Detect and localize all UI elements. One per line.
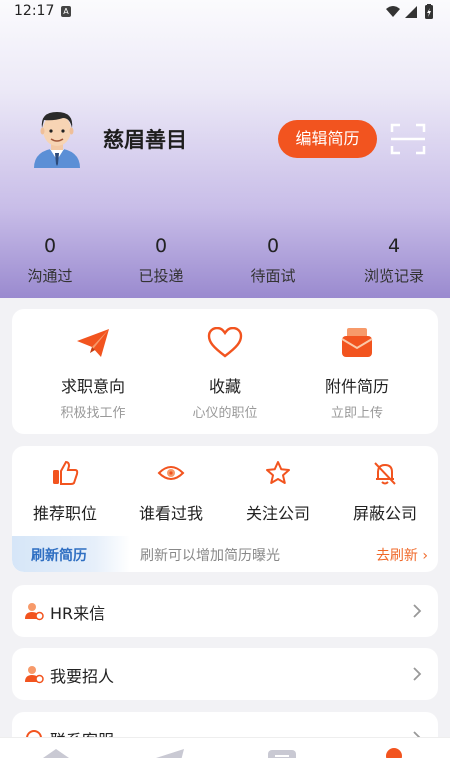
refresh-resume-tag: 刷新简历 [12,536,130,572]
stat-label: 沟通过 [27,267,73,285]
stat-browse-history[interactable]: 4 浏览记录 [344,232,444,286]
recruit-icon [25,666,44,684]
quick-action-title: 收藏 [208,377,241,396]
paper-plane-icon [77,329,109,357]
stat-value: 0 [43,235,57,257]
heart-icon [207,326,243,358]
star-icon [266,461,290,484]
resume-tab-icon[interactable] [266,746,298,758]
quick-action-title: 附件简历 [324,377,389,396]
home-tab-icon[interactable] [40,746,72,758]
recommended-jobs-item[interactable]: 推荐职位 [12,460,118,524]
stat-label: 浏览记录 [363,267,424,285]
status-time: 12:17 [14,3,55,19]
status-bar: 12:17 A [0,0,450,26]
user-name[interactable]: 慈眉善目 [103,124,187,154]
chevron-right-icon [413,667,422,681]
secondary-actions-card: 推荐职位 谁看过我 关注公司 屏蔽公司 刷新简历 刷新可以增加简历曝光 去刷新 … [12,446,438,572]
followed-companies-item[interactable]: 关注公司 [225,460,331,524]
stat-value: 0 [266,235,280,257]
scan-icon[interactable] [390,122,426,156]
thumbs-up-icon [53,460,79,485]
eye-icon [157,466,185,480]
avatar[interactable] [30,108,84,168]
bottom-tab-bar [0,737,450,758]
blocked-companies-item[interactable]: 屏蔽公司 [332,460,438,524]
stat-label: 待面试 [250,267,296,285]
chevron-right-icon [413,604,422,618]
notification-icon: A [61,6,71,17]
menu-item-recruit[interactable]: 我要招人 [12,648,438,700]
quick-action-subtitle: 立即上传 [330,406,383,421]
envelope-icon [341,328,373,357]
who-viewed-me-item[interactable]: 谁看过我 [118,460,224,524]
stat-interview[interactable]: 0 待面试 [223,232,323,286]
secondary-action-title: 关注公司 [245,504,310,523]
menu-item-label: 我要招人 [50,667,115,686]
menu-item-label: HR来信 [50,604,106,623]
quick-action-subtitle: 心仪的职位 [192,406,258,421]
stat-value: 4 [387,235,401,257]
signal-battery-icon [386,4,433,19]
stat-applied[interactable]: 0 已投递 [111,232,211,286]
favorites-item[interactable]: 收藏 心仪的职位 [154,326,296,421]
stat-label: 已投递 [138,267,184,285]
quick-action-title: 求职意向 [60,377,125,396]
profile-tab-icon[interactable] [378,746,410,758]
attachment-resume-item[interactable]: 附件简历 立即上传 [286,327,428,421]
stats-row: 0 沟通过 0 已投递 0 待面试 4 浏览记录 [0,232,450,292]
messages-tab-icon[interactable] [154,746,186,758]
quick-action-subtitle: 积极找工作 [60,406,126,421]
quick-actions-card: 求职意向 积极找工作 收藏 心仪的职位 附件简历 立即上传 [12,309,438,434]
go-refresh-link[interactable]: 去刷新 › [376,545,428,565]
stat-contacted[interactable]: 0 沟通过 [0,232,100,286]
menu-item-hr-letters[interactable]: HR来信 [12,585,438,637]
secondary-action-title: 谁看过我 [138,504,203,523]
edit-resume-button[interactable]: 编辑简历 [278,120,377,158]
refresh-resume-tag-label: 刷新简历 [31,548,87,564]
refresh-hint: 刷新可以增加简历曝光 [140,548,280,564]
bell-off-icon [374,462,396,485]
refresh-resume-bar[interactable]: 刷新简历 刷新可以增加简历曝光 去刷新 › [12,536,438,572]
hr-letter-icon [25,603,44,621]
secondary-action-title: 屏蔽公司 [352,504,417,523]
secondary-action-title: 推荐职位 [32,504,97,523]
job-intention-item[interactable]: 求职意向 积极找工作 [22,327,164,421]
stat-value: 0 [154,235,168,257]
